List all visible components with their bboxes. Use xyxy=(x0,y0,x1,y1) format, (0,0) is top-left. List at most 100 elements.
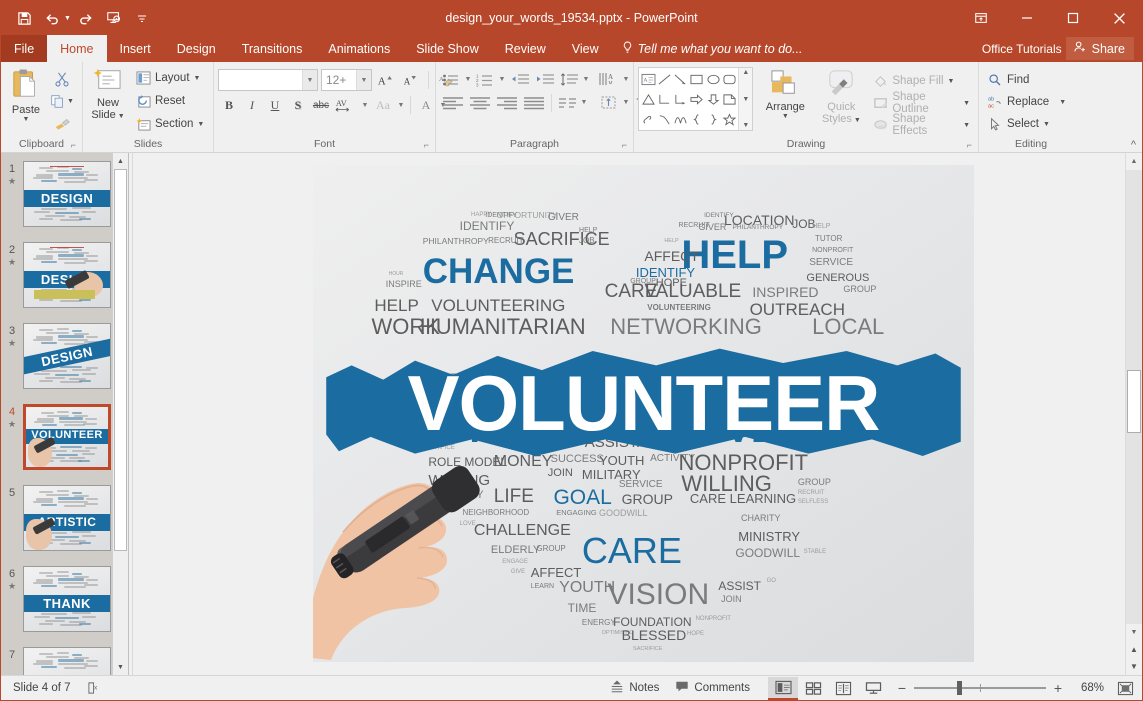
text-direction-button[interactable]: A xyxy=(596,69,620,90)
redo-icon[interactable] xyxy=(73,5,99,31)
paragraph-dialog-launcher[interactable]: ⌐ xyxy=(622,140,627,150)
layout-dropdown-icon[interactable]: ▼ xyxy=(194,75,201,82)
format-painter-button[interactable] xyxy=(49,114,75,135)
slide-counter[interactable]: Slide 4 of 7 xyxy=(5,676,79,701)
columns-button[interactable] xyxy=(556,92,578,113)
slide-show-view-button[interactable] xyxy=(858,677,888,700)
bold-button[interactable]: B xyxy=(218,94,240,116)
zoom-in-button[interactable]: + xyxy=(1052,680,1064,696)
shapes-gallery-scrollbar[interactable]: ▲ ▼ ▼ xyxy=(738,68,753,130)
shape-rounded-rectangle[interactable] xyxy=(721,69,737,89)
underline-button[interactable]: U xyxy=(264,94,286,116)
decrease-font-size-button[interactable]: A xyxy=(400,69,422,91)
shape-fill-dropdown-icon[interactable]: ▼ xyxy=(948,78,955,85)
new-slide-button[interactable]: New Slide ▼ xyxy=(87,65,129,123)
shape-elbow-arrow-connector[interactable] xyxy=(672,89,688,109)
copy-button[interactable]: ▼ xyxy=(49,91,75,112)
thumbnail-item[interactable]: 2★DESIGN xyxy=(1,242,128,323)
presentation-icon[interactable] xyxy=(101,5,127,31)
zoom-level-label[interactable]: 68% xyxy=(1070,682,1104,694)
text-shadow-button[interactable]: S xyxy=(287,94,309,116)
new-slide-dropdown-icon[interactable]: ▼ xyxy=(116,113,125,120)
minimize-icon[interactable] xyxy=(1004,1,1050,35)
thumbnail-scroll-track[interactable] xyxy=(113,169,128,659)
increase-indent-button[interactable] xyxy=(533,69,557,90)
shape-scribble[interactable] xyxy=(640,109,656,129)
paste-dropdown-icon[interactable]: ▼ xyxy=(23,116,30,123)
thumbnail-scroll-up-icon[interactable]: ▲ xyxy=(113,153,128,169)
shape-arrow[interactable] xyxy=(672,69,688,89)
tab-animations[interactable]: Animations xyxy=(315,35,403,62)
shape-oval[interactable] xyxy=(705,69,721,89)
tell-me-search[interactable]: Tell me what you want to do... xyxy=(612,35,813,62)
tab-file[interactable]: File xyxy=(1,35,48,62)
zoom-out-button[interactable]: − xyxy=(896,680,908,696)
thumbnail-preview[interactable]: DESIGN xyxy=(23,242,111,308)
shape-right-arrow[interactable] xyxy=(689,89,705,109)
cut-button[interactable] xyxy=(49,68,75,89)
slide-scroll-thumb[interactable] xyxy=(1127,369,1141,434)
decrease-indent-button[interactable] xyxy=(508,69,532,90)
italic-button[interactable]: I xyxy=(241,94,263,116)
reading-view-button[interactable] xyxy=(828,677,858,700)
shapes-more-icon[interactable]: ▼ xyxy=(742,122,749,129)
shape-folded-corner[interactable] xyxy=(721,89,737,109)
shapes-scroll-up-icon[interactable]: ▲ xyxy=(742,69,749,76)
thumbnail-item[interactable]: 6 ★ THANK xyxy=(1,566,128,647)
replace-dropdown-icon[interactable]: ▼ xyxy=(1059,99,1066,106)
shape-outline-button[interactable]: Shape Outline ▼ xyxy=(868,91,974,115)
arrange-dropdown-icon[interactable]: ▼ xyxy=(782,113,789,120)
animation-star-icon[interactable]: ★ xyxy=(8,581,16,592)
increase-font-size-button[interactable]: A xyxy=(375,69,397,91)
shape-effects-button[interactable]: Shape Effects ▼ xyxy=(868,113,974,137)
align-left-button[interactable] xyxy=(440,92,466,113)
normal-view-button[interactable] xyxy=(768,676,798,700)
animation-star-icon[interactable]: ★ xyxy=(8,338,16,349)
tab-review[interactable]: Review xyxy=(492,35,559,62)
shape-rectangle[interactable] xyxy=(689,69,705,89)
fit-to-window-button[interactable] xyxy=(1112,677,1138,699)
shapes-scroll-down-icon[interactable]: ▼ xyxy=(742,96,749,103)
slide-vertical-scrollbar[interactable]: ▲ ▼ ▲ ▼ xyxy=(1125,153,1142,675)
shape-effects-dropdown-icon[interactable]: ▼ xyxy=(963,122,970,129)
thumbnail-item[interactable]: 5 ARTISTIC xyxy=(1,485,128,566)
character-spacing-dropdown-icon[interactable]: ▼ xyxy=(360,102,370,109)
slide-scroll-track[interactable] xyxy=(1126,170,1142,624)
arrange-button[interactable]: Arrange ▼ xyxy=(756,67,814,122)
slide-4[interactable]: CHANGE HELP SACRIFICE IDENTIFY PHILANTHROPY R… xyxy=(313,165,974,662)
quick-styles-dropdown-icon[interactable]: ▼ xyxy=(852,117,861,124)
align-right-button[interactable] xyxy=(494,92,520,113)
font-color-button[interactable]: A xyxy=(415,94,437,116)
animation-star-icon[interactable]: ★ xyxy=(8,176,16,187)
bullets-dropdown-icon[interactable]: ▼ xyxy=(463,76,473,83)
font-dialog-launcher[interactable]: ⌐ xyxy=(424,140,429,150)
tab-design[interactable]: Design xyxy=(164,35,229,62)
quick-styles-button[interactable]: Quick Styles ▼ xyxy=(817,67,865,127)
slide-canvas[interactable]: CHANGE HELP SACRIFICE IDENTIFY PHILANTHROPY R… xyxy=(133,153,1142,675)
thumbnail-item[interactable]: 3 ★ DESIGN xyxy=(1,323,128,404)
thumbnail-item[interactable]: 1 ★ DESIGN xyxy=(1,161,128,242)
align-center-button[interactable] xyxy=(467,92,493,113)
user-name[interactable]: Office Tutorials xyxy=(982,42,1062,56)
thumbnail-preview[interactable]: DESIGN xyxy=(23,323,111,389)
text-direction-dropdown-icon[interactable]: ▼ xyxy=(621,76,631,83)
slide-thumbnail-pane[interactable]: 1★DESIGN2★DESIGN3★DESIGN4★VOLUNTEER5ARTI… xyxy=(1,153,129,675)
align-text-button[interactable] xyxy=(596,92,620,113)
close-icon[interactable] xyxy=(1096,1,1142,35)
change-case-dropdown-icon[interactable]: ▼ xyxy=(396,102,406,109)
comments-button[interactable]: Comments xyxy=(667,676,758,701)
shape-down-arrow[interactable] xyxy=(705,89,721,109)
animation-star-icon[interactable]: ★ xyxy=(8,419,16,430)
thumbnail-item[interactable]: 7 xyxy=(1,647,128,675)
shape-arc[interactable] xyxy=(672,109,688,129)
thumbnail-preview[interactable]: DESIGN xyxy=(23,161,111,227)
tab-view[interactable]: View xyxy=(559,35,612,62)
collapse-ribbon-button[interactable]: ^ xyxy=(1131,139,1136,151)
clipboard-dialog-launcher[interactable]: ⌐ xyxy=(71,140,76,150)
font-name-dropdown-icon[interactable]: ▼ xyxy=(302,70,317,90)
reset-button[interactable]: Reset xyxy=(131,90,208,112)
drawing-dialog-launcher[interactable]: ⌐ xyxy=(967,140,972,150)
shape-line[interactable] xyxy=(656,69,672,89)
font-name-combo[interactable]: ▼ xyxy=(218,69,318,91)
thumbnail-scrollbar[interactable]: ▲ ▼ xyxy=(112,153,128,675)
